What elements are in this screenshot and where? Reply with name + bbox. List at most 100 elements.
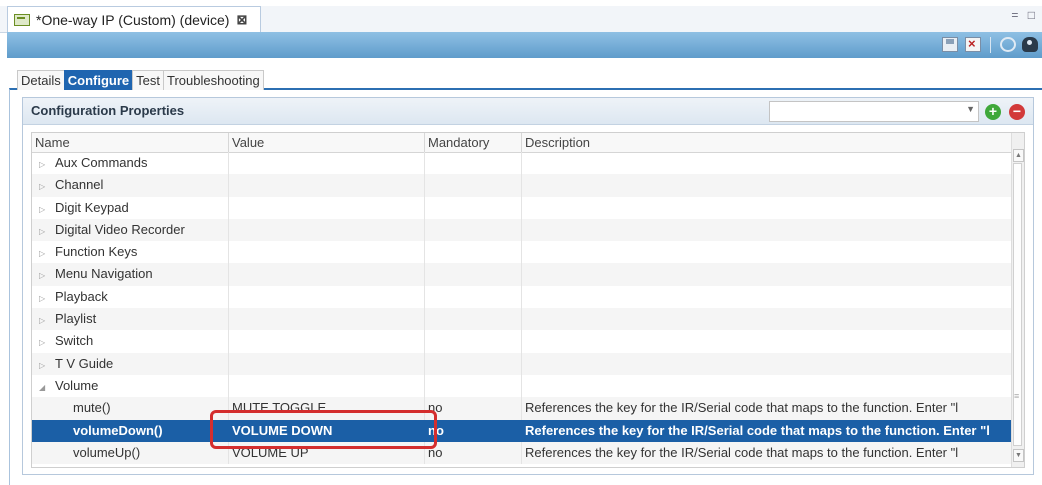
- cell-description: [522, 174, 1014, 196]
- row-name-label: Digit Keypad: [55, 199, 129, 215]
- remove-button[interactable]: −: [1009, 104, 1025, 120]
- cell-name[interactable]: ▷ Digit Keypad: [32, 196, 229, 219]
- table-row[interactable]: volumeDown() VOLUME DOWN no References the …: [32, 419, 1014, 442]
- collapsed-icon[interactable]: ▷: [39, 176, 49, 196]
- scrollbar-thumb[interactable]: [1013, 163, 1022, 446]
- toolbar-separator: [990, 37, 991, 53]
- column-header-mandatory[interactable]: Mandatory: [425, 133, 522, 152]
- collapsed-icon[interactable]: ▷: [39, 332, 49, 352]
- table-row[interactable]: ▷ Digit Keypad: [32, 196, 1014, 219]
- annotation-highlight: [210, 410, 437, 449]
- tab-troubleshooting[interactable]: Troubleshooting: [162, 70, 264, 90]
- cell-name[interactable]: ▷ T V Guide: [32, 352, 229, 375]
- column-header-description[interactable]: Description: [522, 133, 1014, 152]
- collapsed-icon[interactable]: ▷: [39, 355, 49, 375]
- row-name-label: T V Guide: [55, 355, 114, 371]
- window-controls[interactable]: = □: [1011, 8, 1038, 22]
- table-row[interactable]: mute() MUTE TOGGLE no References the key fo…: [32, 397, 1014, 420]
- cell-name[interactable]: ▷ Menu Navigation: [32, 263, 229, 286]
- table-row[interactable]: ▷ Playlist: [32, 308, 1014, 331]
- collapsed-icon[interactable]: ▷: [39, 154, 49, 174]
- scroll-down-icon[interactable]: ▼: [1013, 449, 1024, 462]
- row-name-label: volumeDown(): [73, 422, 163, 438]
- table-row[interactable]: ▷ Menu Navigation: [32, 263, 1014, 286]
- tab-configure[interactable]: Configure: [63, 70, 134, 90]
- cell-name[interactable]: ▷ Digital Video Recorder: [32, 218, 229, 242]
- chevron-down-icon[interactable]: ▼: [966, 104, 975, 114]
- column-header-name[interactable]: Name: [32, 133, 229, 152]
- cell-value[interactable]: [229, 152, 425, 175]
- cell-value[interactable]: [229, 263, 425, 286]
- cell-value[interactable]: [229, 218, 425, 242]
- save-icon[interactable]: [942, 37, 958, 52]
- cell-value[interactable]: [229, 285, 425, 309]
- scroll-up-icon[interactable]: ▲: [1013, 149, 1024, 162]
- cell-description: References the key for the IR/Serial cod…: [525, 400, 959, 416]
- table-row[interactable]: ▷ Channel: [32, 174, 1014, 197]
- cell-mandatory: [425, 218, 522, 242]
- cell-name[interactable]: mute(): [32, 397, 229, 420]
- row-name-label: Playlist: [55, 311, 97, 327]
- configuration-properties-panel: Configuration Properties ▼ + − Name Valu…: [22, 97, 1034, 475]
- cell-mandatory: no: [425, 397, 522, 420]
- filter-combo[interactable]: ▼: [769, 101, 979, 122]
- expanded-icon[interactable]: ◢: [39, 377, 49, 397]
- subtab-bar: Details Configure Test Troubleshooting: [17, 70, 264, 90]
- table-row[interactable]: ▷ Playback: [32, 285, 1014, 309]
- cell-name[interactable]: ▷ Channel: [32, 174, 229, 197]
- cell-value[interactable]: [229, 174, 425, 197]
- delete-icon[interactable]: ×: [965, 36, 981, 52]
- cell-mandatory: no: [425, 441, 522, 465]
- collapsed-icon[interactable]: ▷: [39, 265, 49, 285]
- preview-icon[interactable]: [1022, 37, 1038, 52]
- cell-value[interactable]: [229, 330, 425, 353]
- column-header-value[interactable]: Value: [229, 133, 425, 152]
- table-row[interactable]: ▷ T V Guide: [32, 352, 1014, 375]
- editor-toolbar: ×: [7, 32, 1042, 58]
- cell-name[interactable]: volumeDown(): [32, 419, 229, 442]
- cell-value[interactable]: [229, 308, 425, 331]
- cell-name[interactable]: ▷ Playback: [32, 285, 229, 309]
- add-button[interactable]: +: [985, 104, 1001, 120]
- cell-mandatory: [425, 263, 522, 286]
- cell-mandatory: [425, 196, 522, 219]
- table-row[interactable]: ▷ Digital Video Recorder: [32, 218, 1014, 242]
- tab-test[interactable]: Test: [132, 70, 164, 90]
- table-row[interactable]: ▷ Function Keys: [32, 241, 1014, 264]
- editor-tab[interactable]: *One-way IP (Custom) (device) ⊠: [7, 6, 261, 32]
- cell-value[interactable]: [229, 352, 425, 375]
- collapsed-icon[interactable]: ▷: [39, 288, 49, 308]
- cell-name[interactable]: ◢ Volume: [32, 374, 229, 398]
- cell-description: [522, 330, 1014, 352]
- table-row[interactable]: volumeUp() VOLUME UP no References the key …: [32, 441, 1014, 465]
- table-header: Name Value Mandatory Description: [32, 133, 1024, 153]
- table-row[interactable]: ▷ Aux Commands: [32, 152, 1014, 175]
- cell-mandatory: [425, 352, 522, 375]
- collapsed-icon[interactable]: ▷: [39, 221, 49, 241]
- cell-value[interactable]: [229, 241, 425, 264]
- row-name-label: Channel: [55, 177, 104, 193]
- refresh-icon[interactable]: [1000, 37, 1016, 52]
- cell-mandatory: [425, 330, 522, 353]
- table-row[interactable]: ◢ Volume: [32, 374, 1014, 398]
- cell-value[interactable]: [229, 196, 425, 219]
- cell-mandatory: [425, 152, 522, 175]
- cell-name[interactable]: volumeUp(): [32, 441, 229, 465]
- cell-name[interactable]: ▷ Playlist: [32, 308, 229, 331]
- cell-description: [522, 241, 1014, 263]
- cell-mandatory: [425, 308, 522, 331]
- cell-mandatory: [425, 374, 522, 398]
- collapsed-icon[interactable]: ▷: [39, 199, 49, 219]
- table-row[interactable]: ▷ Switch: [32, 330, 1014, 353]
- collapsed-icon[interactable]: ▷: [39, 243, 49, 263]
- row-name-label: volumeUp(): [73, 444, 141, 460]
- cell-value[interactable]: [229, 374, 425, 398]
- cell-name[interactable]: ▷ Function Keys: [32, 241, 229, 264]
- cell-name[interactable]: ▷ Aux Commands: [32, 152, 229, 175]
- cell-mandatory: no: [425, 419, 522, 442]
- close-icon[interactable]: ⊠: [236, 12, 247, 28]
- vertical-scrollbar[interactable]: ▲ ≡ ▼: [1011, 133, 1024, 467]
- cell-name[interactable]: ▷ Switch: [32, 330, 229, 353]
- tab-details[interactable]: Details: [17, 70, 65, 90]
- collapsed-icon[interactable]: ▷: [39, 310, 49, 330]
